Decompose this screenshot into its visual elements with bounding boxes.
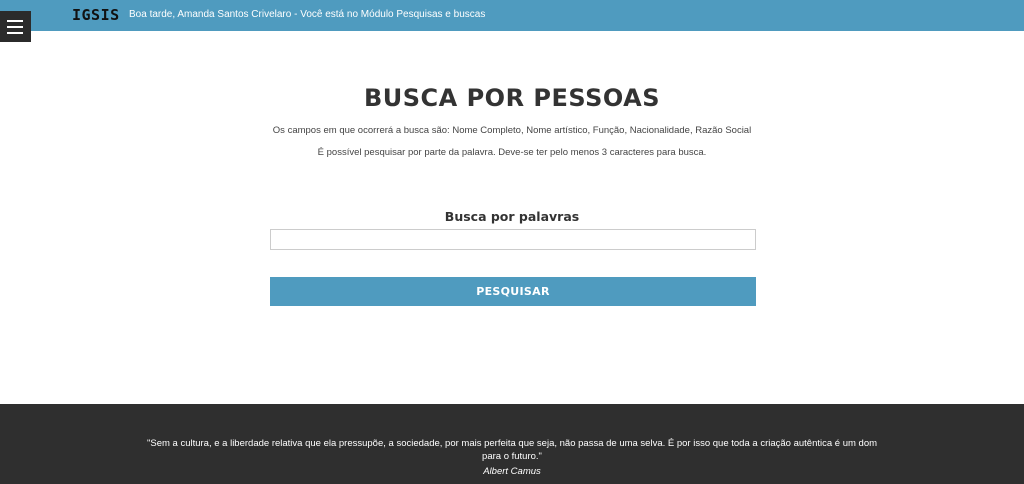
hamburger-menu-button[interactable] bbox=[0, 11, 31, 42]
hamburger-menu-icon bbox=[7, 20, 23, 22]
search-fields-description: Os campos em que ocorrerá a busca são: N… bbox=[272, 125, 752, 136]
page-title: BUSCA POR PESSOAS bbox=[363, 84, 661, 112]
hamburger-menu-icon bbox=[7, 32, 23, 34]
search-button[interactable]: PESQUISAR bbox=[270, 277, 756, 306]
footer-quote-author: Albert Camus bbox=[483, 466, 541, 477]
footer-quote: "Sem a cultura, e a liberdade relativa q… bbox=[146, 438, 878, 462]
footer: "Sem a cultura, e a liberdade relativa q… bbox=[0, 404, 1024, 484]
search-label: Busca por palavras bbox=[444, 209, 580, 224]
app-logo[interactable]: IGSIS bbox=[72, 6, 120, 24]
hamburger-menu-icon bbox=[7, 26, 23, 28]
search-input[interactable] bbox=[270, 229, 756, 250]
search-hint-description: É possível pesquisar por parte da palavr… bbox=[317, 147, 707, 158]
top-header-bar: IGSIS Boa tarde, Amanda Santos Crivelaro… bbox=[0, 0, 1024, 31]
greeting-text: Boa tarde, Amanda Santos Crivelaro - Voc… bbox=[129, 9, 486, 20]
